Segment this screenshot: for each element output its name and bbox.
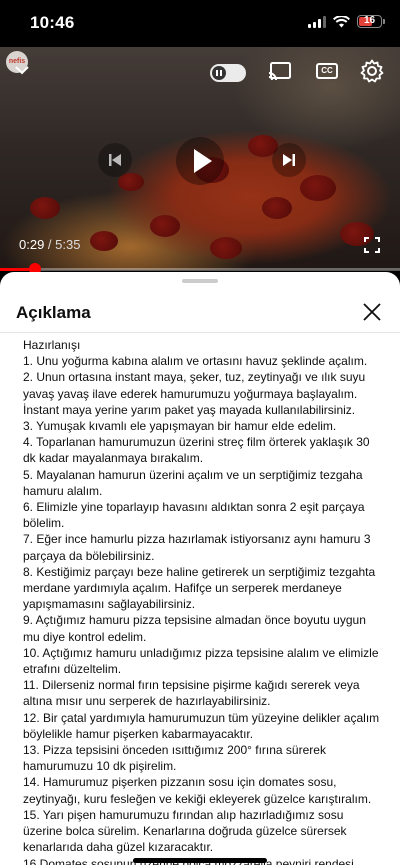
description-step: 2. Unun ortasına instant maya, şeker, tu… [23, 370, 366, 417]
captions-icon[interactable]: CC [316, 63, 338, 79]
description-sheet: Açıklama Hazırlanışı 1. Unu yoğurma kabın… [0, 272, 400, 865]
duration: 5:35 [55, 237, 81, 252]
video-progress-bar[interactable] [0, 263, 400, 275]
description-step: 13. Pizza tepsisini önceden ısıttığımız … [23, 743, 326, 774]
sheet-title: Açıklama [16, 303, 91, 322]
status-indicators: 16 [308, 15, 385, 28]
next-icon [283, 154, 295, 166]
play-button[interactable] [176, 137, 224, 185]
cast-icon[interactable] [268, 61, 292, 81]
description-step: 10. Açtığımız hamuru unladığımız pizza t… [23, 645, 379, 677]
description-heading: Hazırlanışı [23, 338, 81, 352]
description-step: 9. Açtığımız hamuru pizza tepsisine alma… [23, 613, 366, 644]
previous-button[interactable] [98, 143, 132, 177]
current-time: 0:29 [19, 237, 45, 252]
video-timestamp: 0:29 / 5:35 [19, 237, 80, 252]
description-step: 6. Elimizle yine toparlayıp havasını ald… [23, 500, 365, 531]
description-step: 1. Unu yoğurma kabına alalım ve ortasını… [23, 354, 368, 369]
battery-icon: 16 [357, 15, 385, 28]
battery-level: 16 [363, 15, 376, 26]
fullscreen-icon[interactable] [364, 237, 380, 253]
home-indicator [133, 858, 267, 863]
wifi-icon [333, 15, 350, 27]
next-button[interactable] [272, 143, 306, 177]
video-player[interactable]: nefis CC 0:29 / 5:35 [0, 47, 400, 270]
description-step: 8. Kestiğimiz parçayı beze haline getire… [23, 564, 376, 612]
description-text: Hazırlanışı 1. Unu yoğurma kabına alalım … [23, 337, 381, 865]
gear-icon[interactable] [360, 59, 384, 83]
divider [0, 332, 400, 333]
previous-icon [109, 154, 121, 166]
description-step: 3. Yumuşak kıvamlı ele yapışmayan bir ha… [23, 419, 337, 434]
status-time: 10:46 [30, 13, 75, 32]
close-icon[interactable] [360, 300, 384, 324]
play-icon [194, 149, 212, 173]
description-step: 14. Hamurumuz pişerken pizzanın sosu içi… [23, 775, 372, 806]
autoplay-toggle-icon[interactable] [210, 64, 246, 82]
description-step: 12. Bir çatal yardımıyla hamurumuzun tüm… [23, 710, 380, 741]
chevron-down-icon[interactable] [14, 63, 30, 77]
description-step: 7. Eğer ince hamurlu pizza hazırlamak is… [23, 532, 371, 563]
status-bar: 10:46 16 [0, 0, 400, 47]
description-step: 11. Dilerseniz normal fırın tepsisine pi… [23, 678, 360, 709]
description-step: 15. Yarı pişen hamurumuzu fırından alıp … [23, 807, 347, 855]
description-step: 5. Mayalanan hamurun üzerini açalım ve u… [23, 467, 363, 498]
description-step: 4. Toparlanan hamurumuzun üzerini streç … [23, 435, 370, 466]
cellular-signal-icon [308, 15, 326, 28]
time-separator: / [44, 237, 56, 252]
sheet-grabber[interactable] [182, 279, 218, 283]
